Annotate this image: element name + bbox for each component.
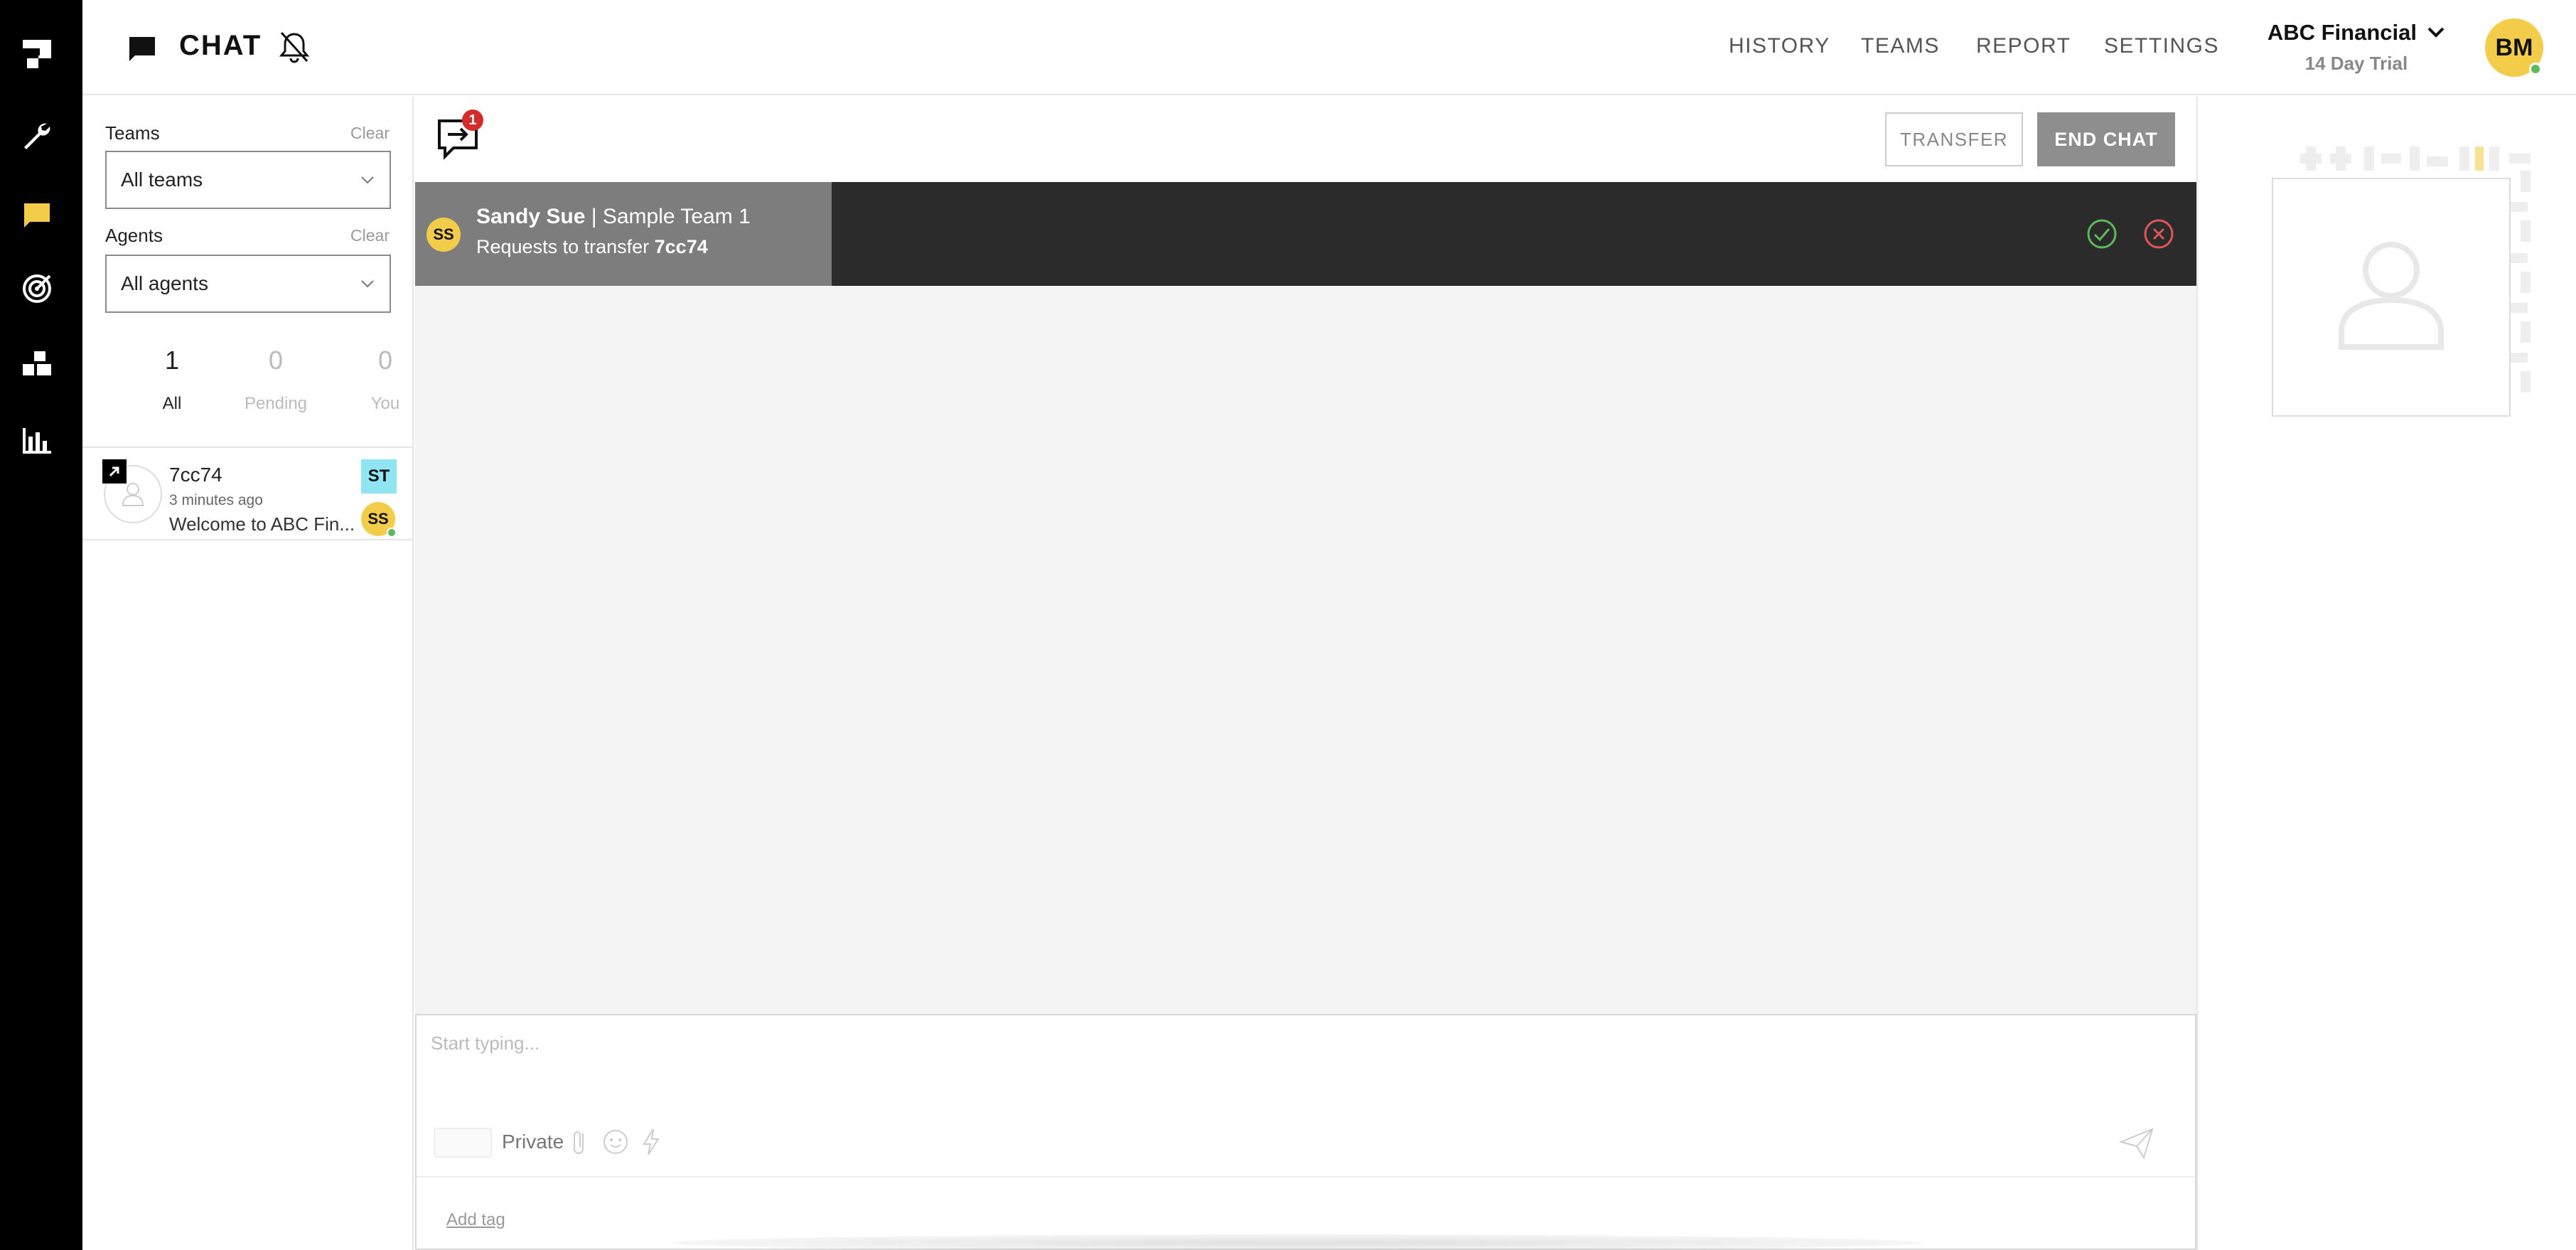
count-pending[interactable]: 0 Pending <box>226 346 326 414</box>
messages-area <box>415 286 2196 1014</box>
conversation-list-item[interactable]: 7cc74 3 minutes ago Welcome to ABC Fin..… <box>82 448 412 540</box>
top-header: CHAT HISTORY TEAMS REPORT SETTINGS ABC F… <box>82 0 2576 95</box>
agent-online-dot <box>387 528 397 538</box>
chevron-down-icon <box>361 176 374 184</box>
divider <box>417 1176 2195 1177</box>
visitor-details-panel <box>2196 97 2576 1250</box>
nav-report[interactable]: REPORT <box>1976 34 2071 58</box>
teams-select-value: All teams <box>121 169 203 191</box>
conversation-preview: Welcome to ABC Fin... <box>169 513 355 535</box>
requester-line: Sandy Sue | Sample Team 1 <box>476 205 751 228</box>
left-rail <box>0 0 82 1250</box>
person-icon <box>2339 242 2444 350</box>
notification-badge: 1 <box>462 109 483 131</box>
reject-x-icon[interactable] <box>2142 218 2175 250</box>
visitor-profile-picture <box>2272 178 2511 417</box>
agents-clear-link[interactable]: Clear <box>350 226 390 245</box>
requester-team: Sample Team 1 <box>602 205 751 228</box>
count-pending-value: 0 <box>268 346 284 375</box>
teams-icon[interactable] <box>18 346 55 383</box>
count-all[interactable]: 1 All <box>122 346 222 414</box>
org-name: ABC Financial <box>2267 20 2417 45</box>
lightning-icon[interactable] <box>635 1126 667 1158</box>
bottom-shadow <box>672 1234 1923 1250</box>
nav-teams[interactable]: TEAMS <box>1861 34 1940 58</box>
add-tag-link[interactable]: Add tag <box>446 1210 505 1230</box>
agents-select[interactable]: All agents <box>105 255 391 313</box>
filters-panel: Teams Clear All teams Agents Clear All a… <box>82 97 414 1250</box>
online-status-dot <box>2529 63 2542 75</box>
requester-avatar: SS <box>426 218 461 252</box>
send-icon[interactable] <box>2117 1123 2157 1163</box>
chevron-down-icon <box>361 280 374 288</box>
logo-icon[interactable] <box>18 36 55 73</box>
requester-name: Sandy Sue <box>476 205 586 228</box>
agents-label: Agents <box>105 225 163 246</box>
chat-bubble-icon <box>129 37 155 61</box>
message-composer: Start typing... Private Add tag <box>415 1014 2196 1250</box>
page-title: CHAT <box>179 30 262 61</box>
emoji-icon[interactable] <box>600 1126 631 1158</box>
transfer-request-banner: SS Sandy Sue | Sample Team 1 Requests to… <box>415 182 2196 286</box>
transfer-badge-icon <box>102 459 127 484</box>
conversation-time: 3 minutes ago <box>169 492 263 508</box>
count-all-value: 1 <box>164 346 180 375</box>
teams-label: Teams <box>105 122 160 144</box>
count-pending-label: Pending <box>244 394 308 413</box>
bar-chart-icon[interactable] <box>18 422 55 459</box>
end-chat-button[interactable]: END CHAT <box>2037 112 2175 166</box>
team-tag: ST <box>361 459 397 493</box>
teams-clear-link[interactable]: Clear <box>350 124 390 143</box>
org-subtitle: 14 Day Trial <box>2304 53 2408 74</box>
wrench-icon[interactable] <box>18 118 55 155</box>
transfer-button[interactable]: TRANSFER <box>1885 112 2023 166</box>
transfer-request-card: SS Sandy Sue | Sample Team 1 Requests to… <box>415 182 832 286</box>
private-label: Private <box>502 1131 564 1153</box>
chat-toolbar: 1 TRANSFER END CHAT <box>415 97 2196 182</box>
nav-history[interactable]: HISTORY <box>1729 34 1830 58</box>
request-text-line: Requests to transfer 7cc74 <box>476 236 708 258</box>
accept-check-icon[interactable] <box>2086 218 2118 250</box>
private-toggle[interactable] <box>434 1128 492 1158</box>
target-icon[interactable] <box>18 270 55 307</box>
bell-off-icon[interactable] <box>274 27 314 67</box>
org-switcher[interactable]: ABC Financial 14 Day Trial <box>2268 20 2445 75</box>
chat-icon[interactable] <box>18 196 55 233</box>
paperclip-icon[interactable] <box>564 1126 596 1158</box>
message-input[interactable]: Start typing... <box>431 1032 540 1054</box>
teams-select[interactable]: All teams <box>105 151 391 209</box>
request-text: Requests to transfer <box>476 236 650 257</box>
request-conversation-id: 7cc74 <box>654 236 708 257</box>
chevron-down-icon <box>2427 27 2444 38</box>
count-all-label: All <box>162 394 182 413</box>
conversation-id: 7cc74 <box>169 464 222 486</box>
agents-select-value: All agents <box>121 272 208 294</box>
nav-settings[interactable]: SETTINGS <box>2104 34 2219 58</box>
